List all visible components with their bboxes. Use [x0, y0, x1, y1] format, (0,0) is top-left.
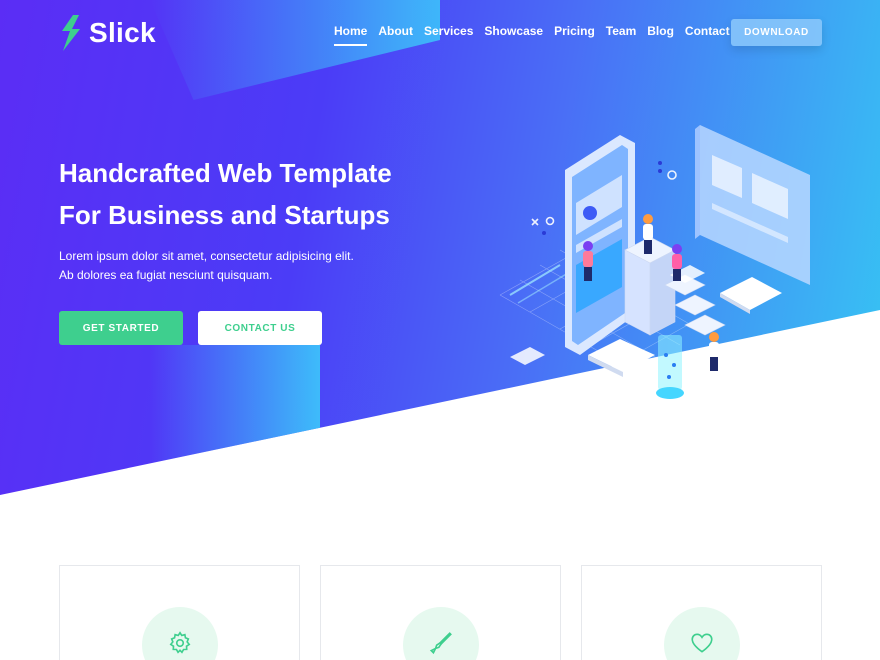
nav-item-about[interactable]: About	[378, 24, 413, 46]
nav-item-contact[interactable]: Contact	[685, 24, 730, 46]
hero-headline-line1: Handcrafted Web Template	[59, 158, 392, 188]
hero-illustration	[499, 125, 810, 399]
nav-item-team[interactable]: Team	[606, 24, 636, 46]
logo-text: Slick	[89, 17, 156, 48]
logo-icon	[62, 15, 80, 51]
feature-card	[320, 565, 561, 660]
contact-us-button[interactable]: CONTACT US	[198, 311, 322, 345]
hero-headline-line2: For Business and Startups	[59, 200, 390, 230]
feature-icon-circle	[142, 607, 218, 660]
brush-icon	[429, 632, 452, 655]
download-button[interactable]: DOWNLOAD	[731, 19, 822, 46]
feature-icon-circle	[664, 607, 740, 660]
nav-item-pricing[interactable]: Pricing	[554, 24, 595, 46]
heart-icon	[691, 633, 713, 653]
logo[interactable]: Slick	[59, 13, 156, 53]
nav-item-blog[interactable]: Blog	[647, 24, 674, 46]
nav-item-showcase[interactable]: Showcase	[484, 24, 543, 46]
feature-card	[581, 565, 822, 660]
hero-headline: Handcrafted Web Template For Business an…	[59, 152, 479, 236]
hero-decor-shape	[150, 345, 320, 495]
get-started-button[interactable]: GET STARTED	[59, 311, 183, 345]
nav-item-services[interactable]: Services	[424, 24, 473, 46]
gear-icon	[169, 631, 191, 654]
main-nav: Home About Services Showcase Pricing Tea…	[334, 24, 741, 46]
feature-icon-circle	[403, 607, 479, 660]
hero-subtext: Lorem ipsum dolor sit amet, consectetur …	[59, 249, 354, 282]
feature-card	[59, 565, 300, 660]
nav-item-home[interactable]: Home	[334, 24, 368, 46]
hero-decor-shape	[150, 0, 440, 100]
